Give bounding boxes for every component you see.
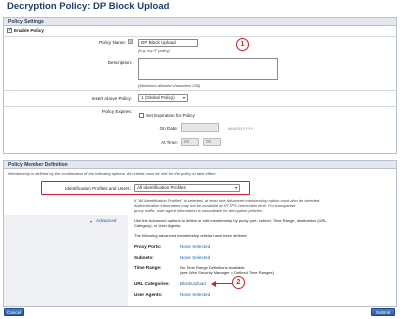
divider [4,36,396,37]
advanced-sidebar [4,215,128,306]
policy-expires-label: Policy Expires: [101,109,132,114]
profiles-note-3: proxy traffic, user agent information is… [134,208,263,213]
criteria-label-time-range: Time Range: [134,265,162,270]
insert-above-label: Insert Above Policy: [91,96,132,101]
member-intro: Membership is defined by the combination… [8,171,217,176]
date-format-hint: MM/DD/YYYY [228,126,254,131]
criteria-label-subnets: Subnets: [134,255,154,260]
description-label: Description: [107,60,132,65]
callout-badge-2: 2 [232,276,245,289]
divider [4,90,396,91]
hour-select[interactable]: 00 [181,138,199,146]
callout-badge-1: 1 [236,38,249,51]
criteria-label-user-agents: User Agents: [134,292,163,297]
profiles-value: All Identification Profiles [137,185,186,190]
policy-name-label: Policy Name: [98,40,126,45]
description-textarea[interactable] [138,58,278,80]
criteria-label-url-categories: URL Categories: [134,281,170,286]
advanced-toggle[interactable]: Advanced [96,218,116,223]
enable-policy-label: Enable Policy [14,28,44,33]
set-expiration-label: Set Expiration for Policy [146,113,195,118]
divider [4,106,396,107]
profiles-select[interactable]: All Identification Profiles ▾ [134,184,240,192]
policy-settings-header: Policy Settings [3,17,397,26]
policy-name-input[interactable]: DP Block Upload [138,39,198,47]
callout-arrow-line [215,283,232,285]
criteria-value-time-range-note: (see Web Security Manager > Defined Time… [180,270,274,275]
insert-above-value: 1 (Global Policy) [141,95,175,100]
criteria-value-subnets[interactable]: None Selected [180,255,210,260]
minute-select[interactable]: 00 [203,138,221,146]
chevron-down-icon[interactable]: ▾ [90,219,92,224]
description-hint: (Maximum allowed characters 256) [138,83,201,88]
callout-arrow-head [211,280,216,287]
at-time-label: At Time: [161,140,178,145]
policy-name-hint: (e.g. my IT policy) [138,48,170,53]
enable-policy-checkbox[interactable] [7,27,12,33]
member-definition-header: Policy Member Definition [3,160,397,169]
set-expiration-checkbox[interactable] [139,113,144,118]
chevron-down-icon: ▾ [182,95,185,100]
insert-above-select[interactable]: 1 (Global Policy) ▾ [138,94,188,102]
submit-button[interactable]: Submit [371,308,395,316]
chevron-down-icon: ▾ [234,185,237,190]
criteria-value-url-categories[interactable]: BlockUpload [180,281,206,286]
on-date-label: On Date: [159,126,178,131]
help-icon[interactable]: ? [128,39,133,44]
advanced-desc-2: Category), or User Agents. [134,223,182,228]
cancel-button[interactable]: Cancel [4,308,24,316]
criteria-value-proxy-ports[interactable]: None Selected [180,244,210,249]
criteria-label-proxy-ports: Proxy Ports: [134,244,162,249]
on-date-input[interactable] [181,123,219,132]
criteria-intro: The following advanced membership criter… [134,233,248,238]
page-title: Decryption Policy: DP Block Upload [7,1,170,12]
criteria-value-user-agents[interactable]: None Selected [180,292,210,297]
